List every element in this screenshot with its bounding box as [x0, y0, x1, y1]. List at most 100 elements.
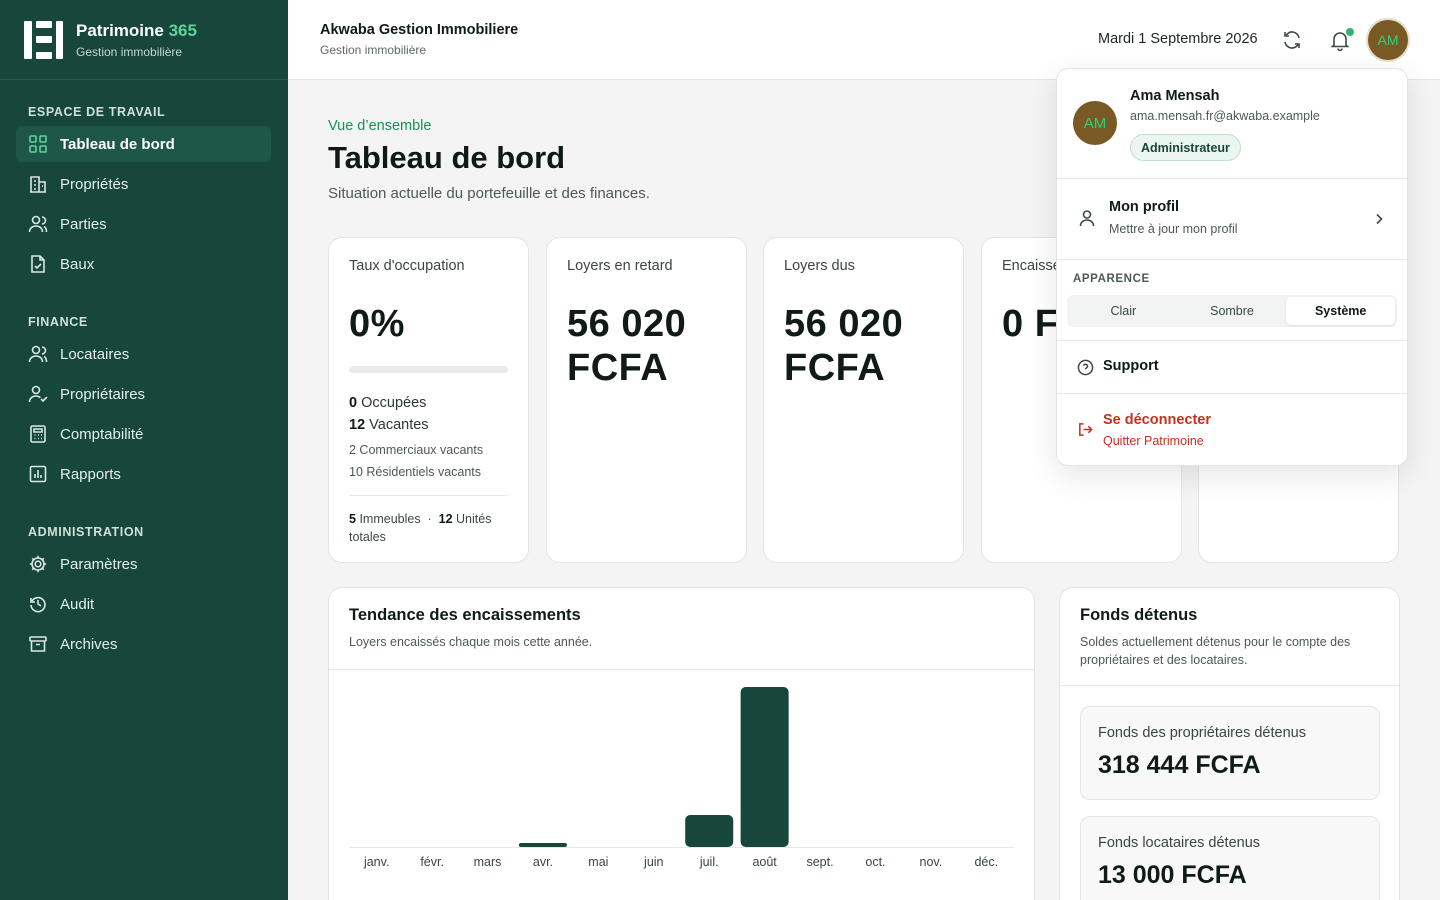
- sidebar-item-label: Tableau de bord: [60, 135, 175, 153]
- sidebar-item-leases[interactable]: Baux: [16, 246, 271, 282]
- help-circle-icon: [1077, 359, 1094, 376]
- fund-label: Fonds locataires détenus: [1098, 835, 1261, 851]
- kpi-label: Taux d'occupation: [349, 258, 465, 274]
- chart-tick-label: mars: [474, 855, 502, 869]
- due-rent-card: Loyers dus 56 020 FCFA: [763, 237, 964, 563]
- page-eyebrow: Vue d’ensemble: [328, 118, 432, 134]
- owners-funds-box: Fonds des propriétaires détenus 318 444 …: [1080, 706, 1380, 800]
- chart-tick-label: sept.: [806, 855, 833, 869]
- sidebar-item-label: Baux: [60, 255, 95, 273]
- card-subtitle: Loyers encaissés chaque mois cette année…: [349, 635, 593, 649]
- app-name: Patrimoine 365: [76, 20, 197, 40]
- sidebar-item-audit[interactable]: Audit: [16, 586, 271, 622]
- card-title: Tendance des encaissements: [349, 606, 581, 624]
- vacant-row: 12 Vacantes: [349, 417, 429, 433]
- sidebar: Patrimoine 365 Gestion immobilière ESPAC…: [0, 0, 288, 900]
- funds-held-card: Fonds détenus Soldes actuellement détenu…: [1059, 587, 1400, 900]
- menu-item-subtitle: Mettre à jour mon profil: [1109, 222, 1238, 236]
- chart-bar-6: [685, 815, 734, 847]
- chart-tick-label: mai: [588, 855, 608, 869]
- section-label-administration: ADMINISTRATION: [28, 525, 144, 539]
- current-date: Mardi 1 Septembre 2026: [1098, 31, 1258, 47]
- logo-icon: [24, 20, 64, 59]
- chart-bar-3: [518, 843, 567, 847]
- chevron-right-icon: [1376, 213, 1383, 225]
- sidebar-item-label: Audit: [60, 595, 95, 613]
- sidebar-item-label: Propriétaires: [60, 385, 146, 403]
- sidebar-item-tenants[interactable]: Locataires: [16, 336, 271, 372]
- role-badge: Administrateur: [1130, 134, 1241, 161]
- bar-chart-icon: [29, 465, 47, 483]
- sidebar-item-label: Parties: [60, 215, 107, 233]
- appearance-option-dark[interactable]: Sombre: [1178, 297, 1287, 325]
- app-subtitle: Gestion immobilière: [76, 44, 183, 59]
- sidebar-item-label: Locataires: [60, 345, 130, 363]
- user-name: Ama Mensah: [1130, 88, 1220, 104]
- chart-tick-label: août: [752, 855, 777, 869]
- menu-item-logout[interactable]: Se déconnecter Quitter Patrimoine: [1057, 394, 1407, 466]
- kpi-label: Loyers dus: [784, 258, 855, 274]
- late-rent-card: Loyers en retard 56 020 FCFA: [546, 237, 747, 563]
- menu-item-profile[interactable]: Mon profil Mettre à jour mon profil: [1057, 179, 1407, 259]
- user-check-icon: [28, 385, 48, 403]
- card-title: Fonds détenus: [1080, 606, 1198, 624]
- chart-tick-label: avr.: [533, 855, 553, 869]
- fund-value: 318 444 FCFA: [1098, 751, 1261, 779]
- collections-bar-chart: janv. févr. mars avr. mai juin juil. août sept. o…: [349, 687, 1014, 869]
- menu-item-title: Mon profil: [1109, 199, 1180, 215]
- sidebar-item-label: Rapports: [60, 465, 121, 483]
- avatar: AM: [1073, 101, 1117, 145]
- residential-vacant: 10 Résidentiels vacants: [349, 465, 482, 479]
- sidebar-item-accounting[interactable]: Comptabilité: [16, 416, 271, 452]
- menu-item-title: Se déconnecter: [1103, 412, 1211, 428]
- units-summary: 5 Immeubles · 12 Unités totales: [349, 495, 508, 546]
- kpi-value: 0%: [349, 303, 405, 345]
- gear-icon: [29, 555, 47, 573]
- chart-bar-7: [740, 687, 789, 847]
- avatar[interactable]: AM: [1368, 20, 1408, 60]
- user-icon: [1079, 210, 1095, 227]
- sidebar-item-label: Comptabilité: [60, 425, 144, 443]
- occupancy-progress: [349, 366, 508, 373]
- menu-item-subtitle: Quitter Patrimoine: [1103, 434, 1204, 448]
- user-email: ama.mensah.fr@akwaba.example: [1130, 109, 1320, 123]
- history-icon: [30, 596, 46, 613]
- page-title: Tableau de bord: [328, 140, 566, 175]
- chart-tick-label: juil.: [699, 855, 719, 869]
- fund-value: 13 000 FCFA: [1098, 861, 1247, 889]
- calculator-icon: [30, 425, 46, 443]
- occupied-row: 0 Occupées: [349, 395, 427, 411]
- section-label-workspace: ESPACE DE TRAVAIL: [28, 105, 166, 119]
- chart-tick-label: févr.: [420, 855, 444, 869]
- menu-item-support[interactable]: Support: [1057, 341, 1407, 393]
- sidebar-item-settings[interactable]: Paramètres: [16, 546, 271, 582]
- chart-tick-label: juin: [643, 855, 664, 869]
- notification-dot: [1346, 28, 1354, 36]
- sidebar-item-reports[interactable]: Rapports: [16, 456, 271, 492]
- sidebar-item-owners[interactable]: Propriétaires: [16, 376, 271, 412]
- card-subtitle: Soldes actuellement détenus pour le comp…: [1080, 635, 1351, 667]
- appearance-toggle: Clair Sombre Système: [1067, 295, 1397, 327]
- chart-tick-label: nov.: [920, 855, 943, 869]
- occupancy-card: Taux d'occupation 0% 0 Occupées 12 Vacan…: [328, 237, 529, 563]
- chart-tick-label: déc.: [974, 855, 998, 869]
- user-menu: AM Ama Mensah ama.mensah.fr@akwaba.examp…: [1056, 68, 1408, 466]
- archive-icon: [29, 636, 47, 652]
- tenants-funds-box: Fonds locataires détenus 13 000 FCFA: [1080, 816, 1380, 900]
- sidebar-item-archives[interactable]: Archives: [16, 626, 271, 662]
- fund-label: Fonds des propriétaires détenus: [1098, 725, 1306, 741]
- refresh-icon[interactable]: [1281, 29, 1303, 51]
- users-icon: [28, 215, 48, 233]
- section-label-finance: FINANCE: [28, 315, 88, 329]
- collections-trend-card: Tendance des encaissements Loyers encais…: [328, 587, 1035, 900]
- brand[interactable]: Patrimoine 365 Gestion immobilière: [0, 0, 288, 80]
- menu-item-title: Support: [1103, 358, 1159, 374]
- sidebar-item-label: Propriétés: [60, 175, 129, 193]
- kpi-value: 56 020 FCFA: [784, 303, 904, 389]
- appearance-option-light[interactable]: Clair: [1069, 297, 1178, 325]
- sidebar-item-properties[interactable]: Propriétés: [16, 166, 271, 202]
- sidebar-item-parties[interactable]: Parties: [16, 206, 271, 242]
- appearance-option-system[interactable]: Système: [1286, 297, 1396, 325]
- sidebar-item-dashboard[interactable]: Tableau de bord: [16, 126, 271, 162]
- sidebar-item-label: Archives: [60, 635, 118, 653]
